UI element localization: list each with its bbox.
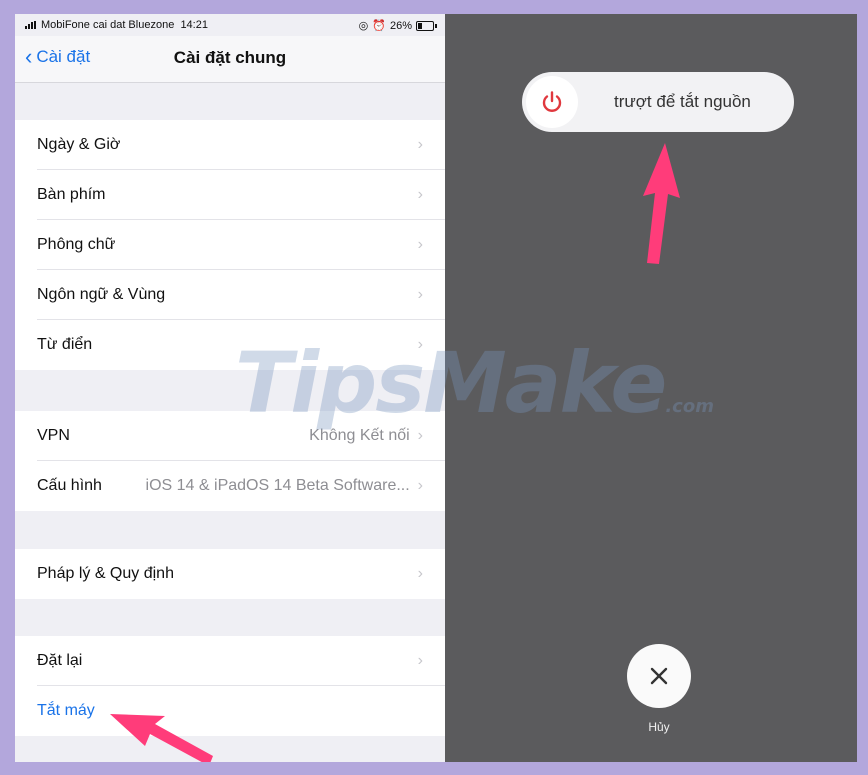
row-label: VPN xyxy=(37,427,70,444)
row-legal[interactable]: Pháp lý & Quy định › xyxy=(15,549,445,599)
settings-group-1: Ngày & Giờ › Bàn phím › Phông chữ › Ngôn… xyxy=(15,120,445,370)
row-label: Ngôn ngữ & Vùng xyxy=(37,286,166,303)
cancel-button[interactable] xyxy=(627,644,691,708)
row-profile[interactable]: Cấu hình iOS 14 & iPadOS 14 Beta Softwar… xyxy=(15,461,445,511)
chevron-right-icon: › xyxy=(417,186,423,203)
battery-icon xyxy=(416,20,434,31)
slide-to-power-off[interactable]: trượt để tắt nguồn xyxy=(522,72,794,132)
signal-icon xyxy=(25,21,39,29)
slide-text: trượt để tắt nguồn xyxy=(614,92,751,111)
chevron-right-icon: › xyxy=(417,136,423,153)
chevron-right-icon: › xyxy=(417,477,423,494)
settings-group-2: VPN Không Kết nối › Cấu hình iOS 14 & iP… xyxy=(15,411,445,511)
row-keyboard[interactable]: Bàn phím › xyxy=(15,170,445,220)
row-language-region[interactable]: Ngôn ngữ & Vùng › xyxy=(15,270,445,320)
alarm-icon: ⏰ xyxy=(372,20,386,32)
row-fonts[interactable]: Phông chữ › xyxy=(15,220,445,270)
settings-panel: MobiFone cai dat Bluezone 14:21 ◎ ⏰ 26% … xyxy=(15,14,445,762)
close-icon xyxy=(650,667,668,685)
row-detail: iOS 14 & iPadOS 14 Beta Software... xyxy=(145,477,410,494)
row-reset[interactable]: Đặt lại › xyxy=(15,636,445,686)
row-shut-down[interactable]: Tắt máy xyxy=(15,686,445,736)
row-dictionary[interactable]: Từ điển › xyxy=(15,320,445,370)
row-label: Ngày & Giờ xyxy=(37,136,121,153)
carrier-text: MobiFone cai dat Bluezone 14:21 xyxy=(41,19,208,31)
row-label: Tắt máy xyxy=(37,702,95,719)
chevron-right-icon: › xyxy=(417,565,423,582)
row-label: Đặt lại xyxy=(37,652,83,669)
navigation-bar: ‹ Cài đặt Cài đặt chung xyxy=(15,36,445,83)
row-label: Phông chữ xyxy=(37,236,116,253)
chevron-right-icon: › xyxy=(417,652,423,669)
page-title: Cài đặt chung xyxy=(173,48,287,67)
row-label: Cấu hình xyxy=(37,477,102,494)
power-icon xyxy=(542,91,562,112)
chevron-right-icon: › xyxy=(417,336,423,353)
row-label: Bàn phím xyxy=(37,186,106,203)
row-detail: Không Kết nối xyxy=(309,427,410,444)
settings-group-4: Đặt lại › Tắt máy xyxy=(15,636,445,736)
cancel-label: Hủy xyxy=(648,720,670,734)
power-off-screen: trượt để tắt nguồn Hủy xyxy=(445,14,857,762)
chevron-right-icon: › xyxy=(417,236,423,253)
status-right: ◎ ⏰ 26% xyxy=(359,19,437,32)
location-icon: ◎ xyxy=(358,20,369,32)
power-knob[interactable] xyxy=(526,76,578,128)
settings-group-3: Pháp lý & Quy định › xyxy=(15,549,445,599)
chevron-right-icon: › xyxy=(417,286,423,303)
chevron-right-icon: › xyxy=(417,427,423,444)
row-date-time[interactable]: Ngày & Giờ › xyxy=(15,120,445,170)
status-bar: MobiFone cai dat Bluezone 14:21 ◎ ⏰ 26% xyxy=(15,14,445,36)
row-label: Pháp lý & Quy định xyxy=(37,565,174,582)
row-label: Từ điển xyxy=(37,336,93,353)
row-vpn[interactable]: VPN Không Kết nối › xyxy=(15,411,445,461)
battery-percent: 26% xyxy=(389,19,412,32)
status-time: 14:21 xyxy=(180,19,208,31)
screen-frame: MobiFone cai dat Bluezone 14:21 ◎ ⏰ 26% … xyxy=(15,14,857,762)
